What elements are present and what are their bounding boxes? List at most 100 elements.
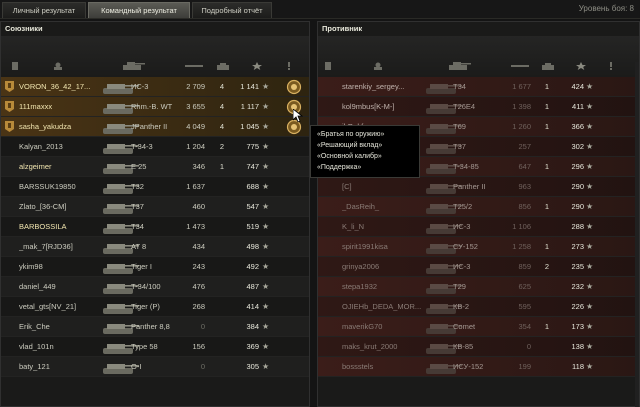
experience-header-icon[interactable] [251, 62, 263, 70]
player-row[interactable]: starenkiy_sergey... T34 1 677 1 424 ★ [318, 77, 639, 97]
player-name: grinya2006 [342, 262, 380, 271]
player-row[interactable]: daniel_449 T-34/100 476 487 ★ [1, 277, 309, 297]
experience-value: 173 [571, 322, 584, 331]
platoon-badge-icon [5, 101, 14, 112]
platoon-badge-icon [5, 81, 14, 92]
tank-header-icon[interactable] [119, 62, 145, 70]
player-name: sasha_yakudza [19, 122, 72, 131]
experience-value: 414 [246, 302, 259, 311]
player-row[interactable]: Erik_Che Panther 8,8 0 384 ★ [1, 317, 309, 337]
player-row[interactable]: [C] Panther II 963 290 ★ [318, 177, 639, 197]
player-header-icon[interactable] [52, 62, 64, 70]
tab-bar: Личный результат Командный результат Под… [0, 0, 640, 19]
star-icon: ★ [262, 102, 270, 111]
frags-value: 2 [544, 262, 550, 271]
player-row[interactable]: Zlato_[36-CM] T37 460 547 ★ [1, 197, 309, 217]
damage-value: 2 709 [186, 82, 205, 91]
player-row[interactable]: 111maxxx Rhm.-B. WT 3 655 4 1 117 ★ [1, 97, 309, 117]
player-header-icon[interactable] [372, 62, 384, 70]
tab-team-result[interactable]: Командный результат [88, 2, 190, 18]
experience-value: 290 [571, 202, 584, 211]
tab-personal-result[interactable]: Личный результат [2, 2, 86, 18]
player-row[interactable]: baty_121 O-I 0 305 ★ [1, 357, 309, 377]
player-name: ykim98 [19, 262, 43, 271]
enemies-header [318, 36, 639, 81]
player-row[interactable]: _mak_7[RJD36] AT 8 434 498 ★ [1, 237, 309, 257]
player-row[interactable]: spirit1991kisa СУ-152 1 258 1 273 ★ [318, 237, 639, 257]
medal-icon[interactable] [286, 79, 302, 95]
experience-value: 547 [246, 202, 259, 211]
player-row[interactable]: maks_krut_2000 КВ-85 0 138 ★ [318, 337, 639, 357]
tooltip-line: «Решающий вклад» [317, 142, 383, 149]
damage-value: 4 049 [186, 122, 205, 131]
player-row[interactable]: OJIEHb_DEDA_MOR... КВ-2 595 226 ★ [318, 297, 639, 317]
experience-value: 747 [246, 162, 259, 171]
allies-header [1, 36, 309, 81]
player-name: baty_121 [19, 362, 50, 371]
damage-header-icon[interactable] [511, 62, 529, 70]
star-icon: ★ [262, 262, 270, 271]
star-icon: ★ [586, 282, 594, 291]
tab-detailed-report[interactable]: Подробный отчёт [192, 2, 272, 18]
player-row[interactable]: ykim98 Tiger I 243 492 ★ [1, 257, 309, 277]
player-name: vetal_gts[NV_21] [19, 302, 77, 311]
player-row[interactable]: bossstels ИСУ-152 199 118 ★ [318, 357, 639, 377]
frags-value [540, 137, 554, 157]
player-row[interactable]: alzgeimer E 25 346 1 747 ★ [1, 157, 309, 177]
scrollbar[interactable] [635, 62, 639, 407]
player-name: daniel_449 [19, 282, 56, 291]
damage-value: 3 655 [186, 102, 205, 111]
platoon-header-icon[interactable] [9, 62, 21, 70]
medals-header-icon[interactable] [285, 62, 293, 70]
medals-tooltip: «Братья по оружию» «Решающий вклад» «Осн… [310, 125, 420, 178]
player-row[interactable]: Kalyan_2013 T-34-3 1 204 2 775 ★ [1, 137, 309, 157]
star-icon: ★ [586, 82, 594, 91]
player-name: K_li_N [342, 222, 365, 231]
frags-value [215, 357, 229, 377]
player-row[interactable]: maverikG70 Comet 354 1 173 ★ [318, 317, 639, 337]
damage-value: 460 [192, 202, 205, 211]
player-row[interactable]: vetal_gts[NV_21] Tiger (P) 268 414 ★ [1, 297, 309, 317]
platoon-header-icon[interactable] [322, 62, 334, 70]
player-row[interactable]: grinya2006 ИС-3 859 2 235 ★ [318, 257, 639, 277]
tank-header-icon[interactable] [445, 62, 471, 70]
frags-value: 4 [219, 122, 225, 131]
player-row[interactable]: K_li_N ИС-3 1 106 288 ★ [318, 217, 639, 237]
experience-value: 232 [571, 282, 584, 291]
star-icon: ★ [586, 182, 594, 191]
player-row[interactable]: BARSSUK19850 T32 1 637 688 ★ [1, 177, 309, 197]
damage-value: 1 637 [186, 182, 205, 191]
frags-value: 1 [544, 162, 550, 171]
frags-header-icon[interactable] [540, 62, 556, 70]
damage-value: 434 [192, 242, 205, 251]
damage-header-icon[interactable] [185, 62, 203, 70]
player-row[interactable]: VORON_36_42_17... ИС-3 2 709 4 1 141 ★ [1, 77, 309, 97]
experience-value: 138 [571, 342, 584, 351]
mouse-cursor-icon [293, 109, 303, 123]
allies-title: Союзники [5, 24, 43, 33]
star-icon: ★ [586, 222, 594, 231]
damage-value: 354 [518, 322, 531, 331]
tooltip-line: «Основной калибр» [317, 153, 382, 160]
damage-value: 346 [192, 162, 205, 171]
tooltip-line: «Поддержка» [317, 164, 362, 171]
damage-value: 1 473 [186, 222, 205, 231]
star-icon: ★ [586, 122, 594, 131]
experience-header-icon[interactable] [575, 62, 587, 70]
player-row[interactable]: stepa1932 T29 625 232 ★ [318, 277, 639, 297]
player-row[interactable]: BARBOSSILA T34 1 473 519 ★ [1, 217, 309, 237]
player-name: BARBOSSILA [19, 222, 67, 231]
experience-value: 498 [246, 242, 259, 251]
medals-header-icon[interactable] [607, 62, 615, 70]
damage-value: 963 [518, 182, 531, 191]
player-name: Zlato_[36-CM] [19, 202, 67, 211]
damage-value: 257 [518, 142, 531, 151]
damage-value: 647 [518, 162, 531, 171]
player-row[interactable]: vlad_101n Type 58 156 369 ★ [1, 337, 309, 357]
player-row[interactable]: _DasReih_ T25/2 856 1 290 ★ [318, 197, 639, 217]
experience-value: 688 [246, 182, 259, 191]
frags-header-icon[interactable] [215, 62, 231, 70]
player-row[interactable]: kol9mbus[K-M-] T26E4 1 398 1 411 ★ [318, 97, 639, 117]
player-row[interactable]: sasha_yakudza JPanther II 4 049 4 1 045 ★ [1, 117, 309, 137]
frags-value: 1 [544, 82, 550, 91]
